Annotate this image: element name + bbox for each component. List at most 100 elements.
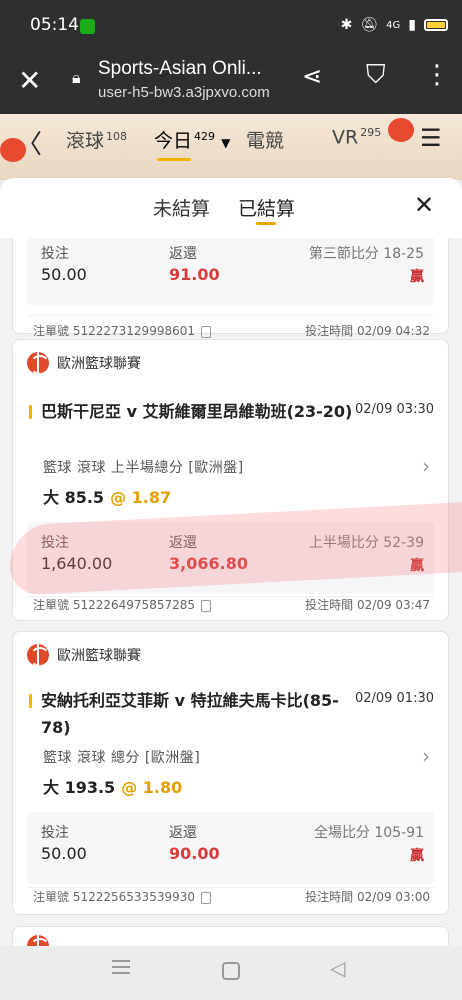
tab-settled[interactable]: 已結算 <box>238 194 295 221</box>
order-number: 注單號 5122273129998601 <box>33 322 211 339</box>
score-text: 第三節比分 18-25 <box>308 246 424 262</box>
bet-time-label: 投注時間 <box>305 598 354 612</box>
close-icon[interactable]: ✕ <box>414 191 434 219</box>
browser-url[interactable]: user-h5-bw3.a3jpxvo.com <box>98 84 270 101</box>
return-label: 返還 <box>169 246 197 262</box>
basketball-icon <box>27 352 49 374</box>
divider <box>27 315 434 316</box>
copy-icon[interactable] <box>201 599 211 612</box>
tab-unsettled[interactable]: 未結算 <box>153 194 210 221</box>
bet-time-label: 投注時間 <box>305 890 354 904</box>
odds-value: @ 1.87 <box>110 488 172 507</box>
bet-card: 投注 50.00 返還 91.00 第三節比分 18-25 贏 注單號 5122… <box>12 238 449 338</box>
more-menu-icon[interactable]: ⋮ <box>424 60 450 90</box>
order-label: 注單號 <box>33 890 70 904</box>
order-number: 注單號 5122256533539930 <box>33 888 211 905</box>
bet-card: 歐洲籃球聯賽 安納托利亞艾菲斯 v 特拉維夫馬卡比(85-78) 02/09 0… <box>12 631 449 915</box>
order-value: 5122273129998601 <box>72 324 195 338</box>
result-badge: 贏 <box>410 269 424 285</box>
order-label: 注單號 <box>33 324 70 338</box>
browser-page-title[interactable]: Sports-Asian Onli... <box>98 58 262 80</box>
return-value: 90.00 <box>169 844 220 863</box>
network-label: 4G <box>386 19 401 31</box>
bet-pick: 大 193.5 @ 1.80 <box>43 774 182 798</box>
basketball-icon <box>27 935 49 946</box>
league-name: 歐洲籃球聯賽 <box>57 356 141 372</box>
bet-results: 投注 50.00 返還 90.00 全場比分 105-91 贏 <box>27 812 434 884</box>
match-indicator <box>29 694 32 708</box>
pick-text: 大 85.5 <box>43 488 105 507</box>
league-header <box>27 935 49 946</box>
lock-icon: 🔒︎ <box>72 68 81 87</box>
basketball-icon <box>27 644 49 666</box>
match-name: 安納托利亞艾菲斯 v 特拉維夫馬卡比(85-78) <box>41 691 339 737</box>
stake-label: 投注 <box>41 246 69 262</box>
score-text: 全場比分 105-91 <box>313 825 424 841</box>
recent-apps-icon[interactable] <box>112 960 130 974</box>
status-icons: ✱ 🔕︎ 4G ▮ <box>341 17 448 33</box>
return-label: 返還 <box>169 825 197 841</box>
home-icon[interactable] <box>222 962 240 980</box>
copy-icon[interactable] <box>201 325 211 338</box>
status-bar: 05:14 ✱ 🔕︎ 4G ▮ <box>0 0 462 52</box>
share-icon[interactable]: ⋖ <box>302 62 322 90</box>
lantern-decoration <box>388 118 414 142</box>
order-label: 注單號 <box>33 598 70 612</box>
match-time: 02/09 03:30 <box>354 402 434 417</box>
bet-time: 投注時間 02/09 04:32 <box>305 322 430 339</box>
tab-vr[interactable]: VR 295 <box>332 126 381 148</box>
bet-card <box>12 926 449 946</box>
sports-nav: 〈 滾球 108 今日 429 ▼ 電競 VR 295 ☰ <box>0 114 462 180</box>
settled-tab-underline <box>256 222 276 225</box>
bluetooth-icon: ✱ <box>340 17 353 33</box>
bet-time-value: 02/09 03:00 <box>357 890 430 904</box>
bookmark-icon[interactable]: ⛉ <box>366 60 386 91</box>
chevron-right-icon[interactable]: › <box>422 744 430 768</box>
tab-live[interactable]: 滾球 108 <box>66 126 127 153</box>
bet-pick: 大 85.5 @ 1.87 <box>43 484 171 508</box>
caret-down-icon: ▼ <box>221 136 231 150</box>
copy-icon[interactable] <box>201 891 211 904</box>
browser-toolbar: ✕ 🔒︎ Sports-Asian Onli... user-h5-bw3.a3… <box>0 52 462 114</box>
bet-results: 投注 50.00 返還 91.00 第三節比分 18-25 贏 <box>27 238 434 305</box>
wechat-icon <box>80 19 95 34</box>
back-icon[interactable]: 〈 <box>16 124 42 161</box>
order-number: 注單號 5122264975857285 <box>33 596 211 613</box>
system-nav-bar: ◁ <box>0 946 462 1000</box>
league-name: 歐洲籃球聯賽 <box>57 648 141 664</box>
order-value: 5122264975857285 <box>72 598 195 612</box>
market-info: 籃球 滾球 總分 [歐洲盤] <box>43 750 201 766</box>
tab-esports[interactable]: 電競 <box>246 126 284 153</box>
stake-value: 50.00 <box>41 265 87 284</box>
result-badge: 贏 <box>410 848 424 864</box>
bet-list[interactable]: 投注 50.00 返還 91.00 第三節比分 18-25 贏 注單號 5122… <box>0 238 462 946</box>
match-indicator <box>29 405 32 419</box>
order-value: 5122256533539930 <box>72 890 195 904</box>
bet-time-value: 02/09 04:32 <box>357 324 430 338</box>
market-info: 籃球 滾球 上半場總分 [歐洲盤] <box>43 460 244 476</box>
match-time: 02/09 01:30 <box>354 691 434 706</box>
pick-text: 大 193.5 <box>43 778 116 797</box>
stake-label: 投注 <box>41 825 69 841</box>
stake-value: 50.00 <box>41 844 87 863</box>
back-triangle-icon[interactable]: ◁ <box>330 956 345 980</box>
bet-time: 投注時間 02/09 03:00 <box>305 888 430 905</box>
bet-time: 投注時間 02/09 03:47 <box>305 596 430 613</box>
sheet-header: 未結算 已結算 ✕ <box>0 178 462 238</box>
match-name: 巴斯干尼亞 v 艾斯維爾里昂維勒班(23-20) <box>41 402 353 421</box>
status-time: 05:14 <box>30 15 79 35</box>
battery-icon <box>424 19 448 31</box>
signal-icon: ▮ <box>408 17 416 33</box>
menu-icon[interactable]: ☰ <box>420 124 442 152</box>
league-header: 歐洲籃球聯賽 <box>27 644 141 666</box>
bet-time-value: 02/09 03:47 <box>357 598 430 612</box>
bet-time-label: 投注時間 <box>305 324 354 338</box>
tab-underline <box>157 158 191 161</box>
league-header: 歐洲籃球聯賽 <box>27 352 141 374</box>
tab-today[interactable]: 今日 429 ▼ <box>154 126 230 153</box>
odds-value: @ 1.80 <box>121 778 183 797</box>
bet-history-sheet: 未結算 已結算 ✕ 投注 50.00 返還 91.00 第三節比分 18-25 … <box>0 178 462 946</box>
return-value: 91.00 <box>169 265 220 284</box>
close-icon[interactable]: ✕ <box>18 64 41 97</box>
chevron-right-icon[interactable]: › <box>422 454 430 478</box>
